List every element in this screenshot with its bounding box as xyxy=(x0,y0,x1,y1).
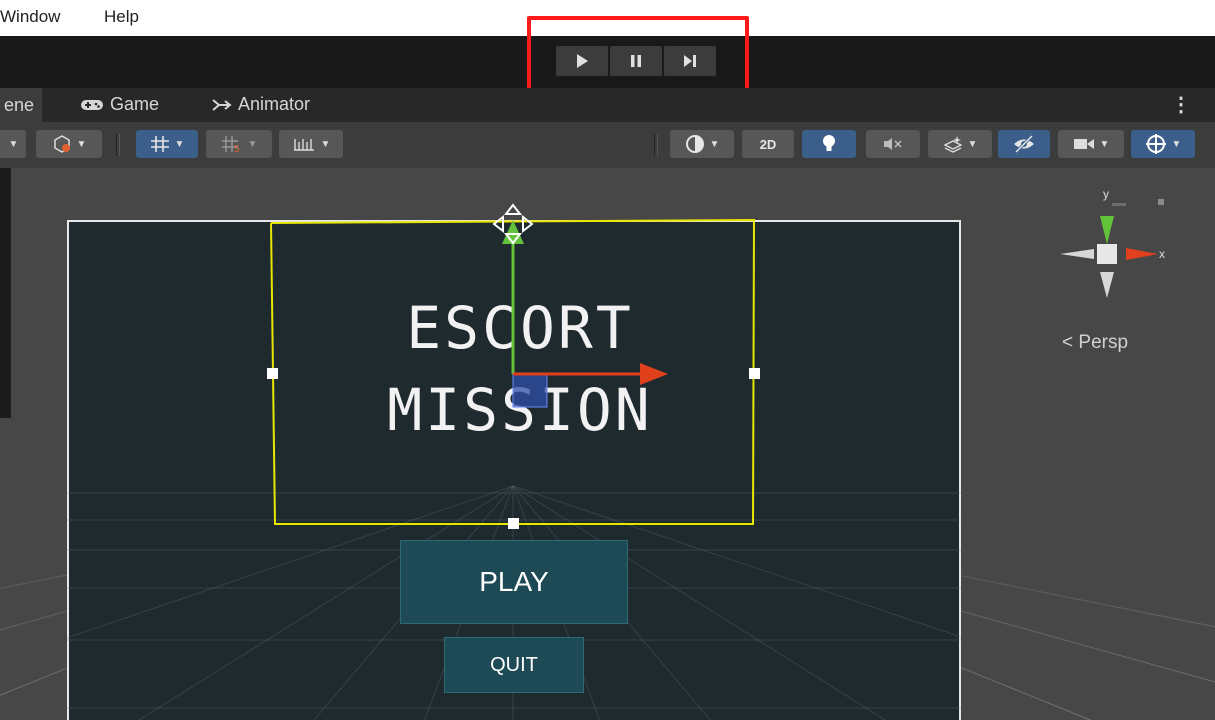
snap-increment-dropdown[interactable]: 5 ▼ xyxy=(206,130,272,158)
cube-icon xyxy=(53,135,70,153)
resize-handle-left[interactable] xyxy=(267,368,278,379)
gizmo-y-label: y xyxy=(1103,187,1109,201)
persp-chevron-icon: < xyxy=(1062,332,1074,353)
menu-item-help[interactable]: Help xyxy=(104,7,139,27)
menu-item-window[interactable]: Window xyxy=(0,7,60,27)
grid-toggle-button[interactable]: ▼ xyxy=(136,130,198,158)
snap-grid-icon: 5 xyxy=(221,136,240,153)
tab-animator-label: Animator xyxy=(238,94,311,114)
camera-icon xyxy=(1073,139,1094,149)
grid-icon xyxy=(150,136,169,152)
render-mode-dropdown[interactable]: ▼ xyxy=(670,130,734,158)
y-axis-arrow xyxy=(502,220,524,244)
persp-toggle[interactable]: < Persp xyxy=(1062,332,1128,354)
selection-overlay xyxy=(270,203,756,525)
toolbar-separator xyxy=(654,134,658,156)
tab-game-label: Game xyxy=(110,94,160,114)
resize-handle-bottom[interactable] xyxy=(508,518,519,529)
tab-animator[interactable]: Animator xyxy=(212,94,310,115)
tab-game[interactable]: Game xyxy=(80,94,159,115)
quit-ui-button-label: QUIT xyxy=(490,653,538,676)
toolbar-separator xyxy=(116,134,120,156)
x-axis-arrow xyxy=(640,363,668,385)
audio-mute-icon xyxy=(884,138,902,150)
shading-mode-dropdown[interactable]: ▼ xyxy=(0,130,26,158)
effects-icon xyxy=(942,136,963,153)
toggle-2d-button[interactable]: 2D xyxy=(742,130,794,158)
effects-dropdown[interactable]: ▼ xyxy=(928,130,992,158)
tab-scene[interactable]: ene xyxy=(0,88,43,122)
sphere-icon xyxy=(685,135,704,153)
gizmo-x-label: x xyxy=(1159,247,1165,261)
resize-handle-right[interactable] xyxy=(749,368,760,379)
ruler-icon xyxy=(293,139,314,151)
scene-viewport[interactable]: ESCORT MISSION PLAY QUIT y x < Persp xyxy=(0,168,1215,720)
lighting-toggle-button[interactable] xyxy=(802,130,856,158)
eye-hidden-icon xyxy=(1014,135,1034,153)
tab-scene-label: ene xyxy=(4,94,35,115)
play-ui-button-label: PLAY xyxy=(479,566,549,597)
svg-text:5: 5 xyxy=(234,144,240,153)
gizmo-icon xyxy=(1145,134,1166,154)
more-options-icon[interactable]: ⋮ xyxy=(1171,92,1191,117)
persp-label: Persp xyxy=(1078,332,1129,353)
tab-strip: ene Game Animator ⋮ xyxy=(0,88,1215,122)
scene-visibility-toggle[interactable] xyxy=(998,130,1050,158)
audio-toggle-button[interactable] xyxy=(866,130,920,158)
play-ui-button[interactable]: PLAY xyxy=(400,540,628,624)
pivot-plane-handle xyxy=(512,372,548,408)
quit-ui-button[interactable]: QUIT xyxy=(444,637,584,693)
camera-dropdown[interactable]: ▼ xyxy=(1058,130,1124,158)
orientation-gizmo[interactable]: y x xyxy=(1040,176,1200,316)
toggle-2d-label: 2D xyxy=(759,136,777,152)
lightbulb-icon xyxy=(823,135,835,151)
gamepad-icon xyxy=(81,99,103,110)
animator-icon xyxy=(212,98,232,111)
ruler-dropdown[interactable]: ▼ xyxy=(279,130,343,158)
draw-mode-dropdown[interactable]: ▼ xyxy=(36,130,102,158)
scene-toolbar: ▼ ▼ ▼ 5 ▼ ▼ ▼ 2D ▼ ▼ ▼ xyxy=(0,122,1215,168)
gizmos-dropdown[interactable]: ▼ xyxy=(1131,130,1195,158)
